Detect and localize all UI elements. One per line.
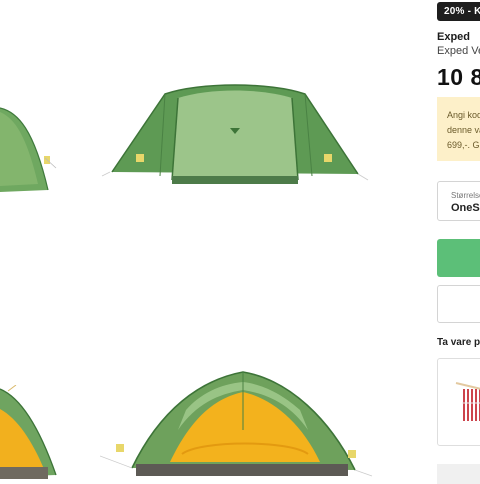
size-value: OneSiz: [451, 202, 480, 214]
tent-pegs-image: [455, 382, 480, 421]
tent-image-front-open[interactable]: [100, 370, 375, 480]
tent-image-side[interactable]: [100, 80, 370, 192]
promo-banner: Angi kod denne va 699,-. G: [437, 97, 480, 161]
add-to-cart-button[interactable]: [437, 239, 480, 277]
size-label: Størrelse: [451, 191, 480, 200]
tent-image-side-partial[interactable]: [0, 100, 60, 200]
accessories-heading: Ta vare på: [437, 337, 480, 348]
discount-badge: 20% - KO: [437, 2, 480, 21]
product-title: Exped Ver: [437, 45, 480, 57]
tent-image-front-open-partial[interactable]: [0, 385, 62, 480]
promo-line-2: denne va: [447, 125, 480, 135]
next-section-block: [437, 464, 480, 484]
promo-line-1: Angi kod: [447, 110, 480, 120]
product-price: 10 8: [437, 64, 480, 90]
accessory-card[interactable]: [437, 358, 480, 446]
product-image-gallery: [0, 0, 420, 480]
promo-line-3: 699,-. G: [447, 140, 480, 150]
favorite-button[interactable]: [437, 285, 480, 323]
size-selector[interactable]: Størrelse OneSiz: [437, 181, 480, 221]
brand-name[interactable]: Exped: [437, 31, 470, 43]
